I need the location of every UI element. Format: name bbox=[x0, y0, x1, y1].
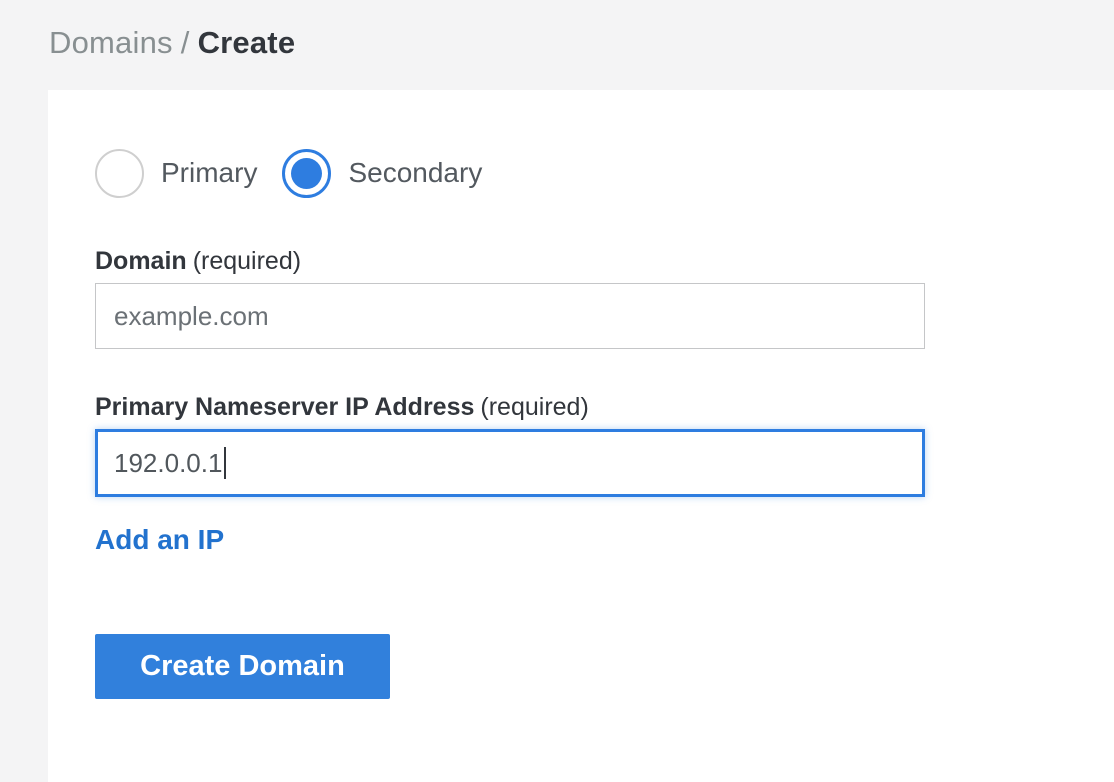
domain-field-label: Domain(required) bbox=[95, 249, 1114, 274]
domain-required-hint: (required) bbox=[193, 247, 301, 275]
radio-primary-dot bbox=[104, 158, 135, 189]
create-domain-form-card: Primary Secondary Domain(required) examp… bbox=[48, 90, 1114, 782]
breadcrumb-current-page: Create bbox=[198, 25, 296, 60]
ip-input-value: 192.0.0.1 bbox=[114, 448, 222, 479]
ip-label-text: Primary Nameserver IP Address bbox=[95, 393, 474, 421]
ip-input[interactable]: 192.0.0.1 bbox=[95, 429, 925, 497]
radio-secondary-dot bbox=[291, 158, 322, 189]
radio-primary-label[interactable]: Primary bbox=[161, 157, 257, 189]
text-cursor-caret bbox=[224, 447, 226, 479]
domain-type-radio-group: Primary Secondary bbox=[95, 148, 1114, 198]
radio-secondary-circle[interactable] bbox=[282, 149, 331, 198]
page-header: Domains/Create bbox=[0, 0, 1114, 90]
radio-option-secondary[interactable]: Secondary bbox=[282, 149, 482, 198]
radio-option-primary[interactable]: Primary bbox=[95, 149, 257, 198]
ip-field-label: Primary Nameserver IP Address(required) bbox=[95, 395, 1114, 420]
breadcrumb-domains-link[interactable]: Domains bbox=[49, 25, 173, 60]
domain-label-text: Domain bbox=[95, 247, 187, 275]
domain-input-value: example.com bbox=[114, 301, 269, 332]
create-domain-button[interactable]: Create Domain bbox=[95, 634, 390, 699]
add-an-ip-link[interactable]: Add an IP bbox=[95, 524, 235, 556]
domain-input[interactable]: example.com bbox=[95, 283, 925, 349]
radio-secondary-label[interactable]: Secondary bbox=[348, 157, 482, 189]
ip-required-hint: (required) bbox=[480, 393, 588, 421]
breadcrumb: Domains/Create bbox=[49, 25, 1114, 61]
breadcrumb-separator: / bbox=[181, 25, 190, 60]
radio-primary-circle[interactable] bbox=[95, 149, 144, 198]
